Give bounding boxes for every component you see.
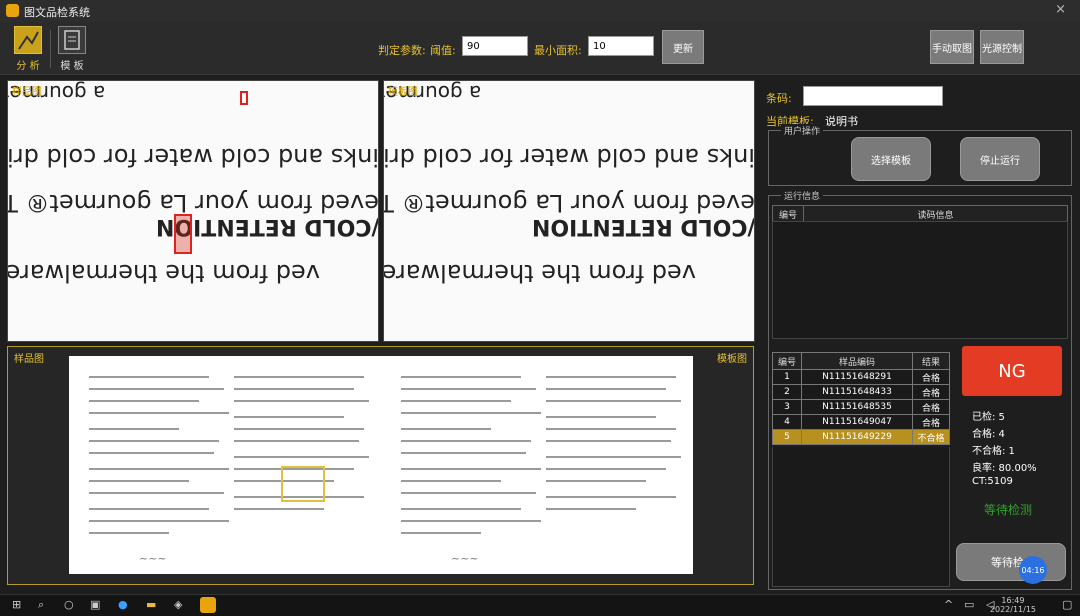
inspection-app-taskbar-icon[interactable] [200, 597, 216, 613]
run-info-title: 运行信息 [781, 189, 824, 202]
passed-count: 合格: 4 [972, 429, 1005, 440]
zoom-text-line: /COLD RETENTION [532, 214, 755, 239]
table-row[interactable]: 3 N11151648535 合格 [772, 399, 950, 415]
light-control-button[interactable]: 光源控制 [980, 30, 1024, 64]
column-header: 读码信息 [803, 205, 1068, 223]
close-icon[interactable]: × [1055, 2, 1066, 17]
window-title: 图文品检系统 [24, 6, 90, 19]
search-icon[interactable]: ⌕ [38, 598, 44, 612]
results-list-space [772, 447, 950, 587]
min-area-label: 最小面积: [534, 44, 582, 57]
stop-running-button[interactable]: 停止运行 [960, 137, 1040, 181]
ng-status-indicator: NG [962, 346, 1062, 396]
zoom-text-line: drinks and cold water for cold drink [7, 143, 379, 171]
zoom-text-line: drinks and cold water for cold drink [383, 143, 755, 171]
cycle-time: CT:5109 [972, 476, 1013, 487]
signature-icon: ~~~ [139, 552, 167, 565]
app-icon[interactable]: ◈ [174, 598, 182, 611]
defect-marker [174, 214, 192, 254]
column-header: 样品编码 [801, 352, 913, 370]
params-label: 判定参数: [378, 44, 426, 57]
manual-capture-button[interactable]: 手动取图 [930, 30, 974, 64]
file-explorer-icon[interactable]: ▬ [146, 598, 156, 611]
sample-image-label: 样品图 [14, 354, 44, 365]
read-info-list[interactable] [772, 221, 1068, 339]
template-zoom-label: 模板图 [388, 87, 418, 98]
clock-time: 16:49 [1001, 596, 1025, 605]
edge-browser-icon[interactable]: ● [118, 598, 128, 611]
user-operations-title: 用户操作 [781, 124, 824, 137]
template-label: 模 板 [60, 61, 84, 72]
template-zoom-view[interactable]: a gourmet® The drinks and cold water for… [383, 80, 755, 342]
column-header: 编号 [772, 352, 802, 370]
analyze-label: 分 析 [16, 61, 40, 72]
template-tool-button[interactable]: 模 板 [52, 26, 92, 72]
task-view-icon[interactable]: ○ [64, 598, 74, 611]
widgets-icon[interactable]: ▣ [90, 598, 100, 611]
zoom-text-line: ved from the thermalware. [7, 259, 320, 287]
zoom-text-line: ved from the thermalware. [383, 259, 696, 287]
zoom-text-line: chieved from your La gourmet® Th [384, 189, 755, 217]
app-shield-icon [6, 4, 19, 17]
signature-icon: ~~~ [451, 552, 479, 565]
checked-count: 已检: 5 [972, 412, 1005, 423]
sample-zoom-view[interactable]: a gourmet® The drinks and cold water for… [7, 80, 379, 342]
template-document-image[interactable]: ~~~ [381, 356, 693, 574]
threshold-label: 阈值: [430, 44, 456, 57]
tray-chevron-icon[interactable]: ^ [944, 598, 953, 611]
min-area-input[interactable] [588, 36, 654, 56]
threshold-input[interactable] [462, 36, 528, 56]
zoom-text-line: chieved from your La gourmet® Th [8, 189, 379, 217]
barcode-input[interactable] [803, 86, 943, 106]
network-icon[interactable]: ▭ [964, 598, 974, 611]
full-image-panel: 样品图 模板图 ~~~ ~~~ [7, 346, 754, 585]
select-template-button[interactable]: 选择模板 [851, 137, 931, 181]
status-text: 等待检测 [984, 503, 1033, 517]
column-header: 结果 [912, 352, 950, 370]
sample-zoom-label: 样品图 [12, 87, 42, 98]
yield-rate: 良率: 80.00% [972, 463, 1037, 474]
table-row[interactable]: 1 N11151648291 合格 [772, 369, 950, 385]
clock-date: 2022/11/15 [989, 605, 1036, 614]
toolbar-divider [50, 30, 51, 68]
update-button[interactable]: 更新 [662, 30, 704, 64]
windows-start-icon[interactable]: ⊞ [12, 598, 21, 611]
toolbar: 分 析 模 板 判定参数: 阈值: 最小面积: 更新 手动取图 光源控制 [0, 22, 1080, 75]
failed-count: 不合格: 1 [972, 446, 1015, 457]
title-bar: 图文品检系统 × [0, 0, 1080, 23]
current-template-value: 说明书 [825, 115, 858, 128]
analyze-tool-button[interactable]: 分 析 [8, 26, 48, 72]
sample-document-image[interactable]: ~~~ [69, 356, 381, 574]
table-row[interactable]: 4 N11151649047 合格 [772, 414, 950, 430]
table-row[interactable]: 2 N11151648433 合格 [772, 384, 950, 400]
taskbar-clock[interactable]: 16:49 2022/11/15 [990, 596, 1036, 614]
defect-marker [240, 91, 248, 105]
analyze-icon [14, 26, 42, 54]
notification-icon[interactable]: ▢ [1062, 598, 1072, 611]
barcode-label: 条码: [766, 92, 792, 105]
results-table: 编号 样品编码 结果 1 N11151648291 合格 2 N11151648… [772, 352, 950, 445]
column-header: 编号 [772, 205, 804, 223]
selection-box [281, 466, 325, 502]
template-image-label: 模板图 [717, 354, 747, 365]
taskbar: ⊞ ⌕ ○ ▣ ● ▬ ◈ ^ ▭ ◁ 16:49 2022/11/15 ▢ [0, 594, 1080, 616]
table-row-selected[interactable]: 5 N11151649229 不合格 [772, 429, 950, 445]
waiting-button[interactable]: 等待检 [956, 543, 1066, 581]
template-icon [58, 26, 86, 54]
overlay-badge[interactable]: 04:16 [1019, 556, 1047, 584]
